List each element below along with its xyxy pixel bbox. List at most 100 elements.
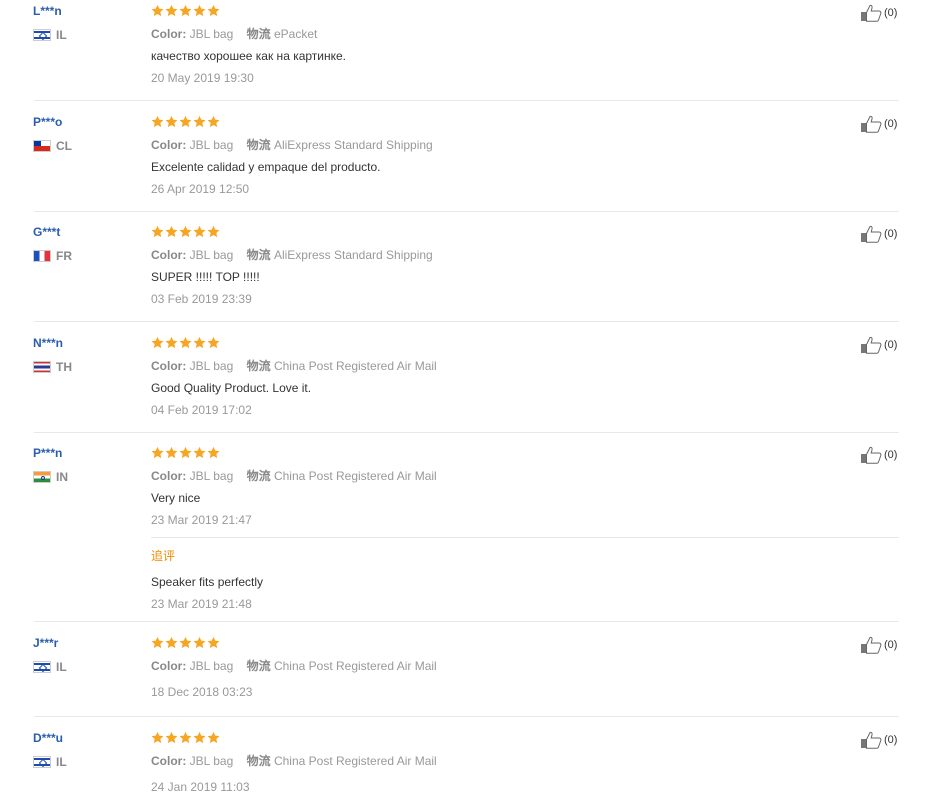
star-icon (151, 336, 164, 349)
shipping-label: 物流 (246, 469, 271, 483)
review-divider (34, 716, 899, 717)
star-icon (207, 731, 220, 744)
star-icon (179, 336, 192, 349)
star-icon (165, 636, 178, 649)
star-icon (151, 731, 164, 744)
star-icon (165, 731, 178, 744)
country-code: IL (56, 755, 67, 769)
color-label: Color: (151, 754, 187, 768)
rating-stars (151, 635, 220, 649)
star-icon (207, 115, 220, 128)
helpful-button[interactable]: (0) (860, 446, 897, 464)
reviewer-country: IL (33, 755, 67, 769)
country-code: TH (56, 360, 72, 374)
country-code: FR (56, 249, 72, 263)
thumbs-up-icon (860, 636, 882, 654)
star-icon (151, 115, 164, 128)
star-icon (151, 636, 164, 649)
reviewer-name[interactable]: D***u (33, 731, 63, 745)
star-icon (207, 225, 220, 238)
color-value: JBL bag (189, 754, 234, 768)
shipping-label: 物流 (246, 248, 271, 262)
reviewer-name[interactable]: J***r (33, 636, 58, 650)
star-icon (207, 446, 220, 459)
color-value: JBL bag (189, 469, 234, 483)
helpful-count: (0) (884, 449, 898, 461)
color-label: Color: (151, 27, 187, 41)
star-icon (151, 4, 164, 17)
country-code: IL (56, 660, 67, 674)
star-icon (193, 225, 206, 238)
helpful-count: (0) (884, 7, 898, 19)
shipping-value: AliExpress Standard Shipping (273, 138, 433, 152)
helpful-button[interactable]: (0) (860, 115, 897, 133)
rating-stars (151, 224, 220, 238)
rating-stars (151, 445, 220, 459)
shipping-value: China Post Registered Air Mail (273, 754, 437, 768)
thumbs-up-icon (860, 731, 882, 749)
color-value: JBL bag (189, 248, 234, 262)
star-icon (193, 446, 206, 459)
star-icon (193, 4, 206, 17)
review-date: 26 Apr 2019 12:50 (151, 182, 250, 196)
star-icon (207, 336, 220, 349)
star-icon (179, 446, 192, 459)
shipping-label: 物流 (246, 754, 271, 768)
star-icon (151, 225, 164, 238)
shipping-label: 物流 (246, 138, 271, 152)
thumbs-up-icon (860, 115, 882, 133)
helpful-button[interactable]: (0) (860, 336, 897, 354)
reviewer-name[interactable]: G***t (33, 225, 60, 239)
thumbs-up-icon (860, 446, 882, 464)
reviewer-country: TH (33, 360, 72, 374)
review-text: Very nice (151, 491, 201, 505)
thumbs-up-icon (860, 225, 882, 243)
shipping-label: 物流 (246, 359, 271, 373)
helpful-button[interactable]: (0) (860, 225, 897, 243)
review-meta: Color: JBL bag 物流 China Post Registered … (151, 752, 447, 769)
review-divider (34, 100, 899, 101)
reviewer-country: FR (33, 249, 72, 263)
flag-icon (33, 140, 51, 152)
color-label: Color: (151, 469, 187, 483)
review-divider (34, 621, 899, 622)
star-icon (165, 115, 178, 128)
helpful-button[interactable]: (0) (860, 636, 897, 654)
reviewer-name[interactable]: L***n (33, 4, 62, 18)
review-meta: Color: JBL bag 物流 China Post Registered … (151, 357, 447, 374)
review-date: 23 Mar 2019 21:47 (151, 513, 252, 527)
reviewer-name[interactable]: P***o (33, 115, 62, 129)
color-label: Color: (151, 659, 187, 673)
flag-icon (33, 29, 51, 41)
shipping-value: China Post Registered Air Mail (273, 359, 437, 373)
reviewer-country: CL (33, 139, 72, 153)
helpful-button[interactable]: (0) (860, 4, 897, 22)
country-code: CL (56, 139, 72, 153)
helpful-button[interactable]: (0) (860, 731, 897, 749)
star-icon (179, 225, 192, 238)
star-icon (193, 636, 206, 649)
helpful-count: (0) (884, 339, 898, 351)
review-divider (34, 211, 899, 212)
color-label: Color: (151, 359, 187, 373)
reviewer-name[interactable]: P***n (33, 446, 62, 460)
shipping-value: China Post Registered Air Mail (273, 469, 437, 483)
thumbs-up-icon (860, 336, 882, 354)
color-value: JBL bag (189, 27, 234, 41)
review-text: качество хорошее как на картинке. (151, 49, 347, 63)
rating-stars (151, 335, 220, 349)
color-value: JBL bag (189, 359, 234, 373)
reviewer-name[interactable]: N***n (33, 336, 63, 350)
star-icon (165, 446, 178, 459)
followup-divider (151, 537, 899, 538)
star-icon (193, 336, 206, 349)
shipping-label: 物流 (246, 27, 271, 41)
review-divider (34, 321, 899, 322)
helpful-count: (0) (884, 118, 898, 130)
helpful-count: (0) (884, 639, 898, 651)
flag-icon (33, 361, 51, 373)
review-date: 20 May 2019 19:30 (151, 71, 254, 85)
color-label: Color: (151, 248, 187, 262)
star-icon (207, 4, 220, 17)
star-icon (179, 4, 192, 17)
